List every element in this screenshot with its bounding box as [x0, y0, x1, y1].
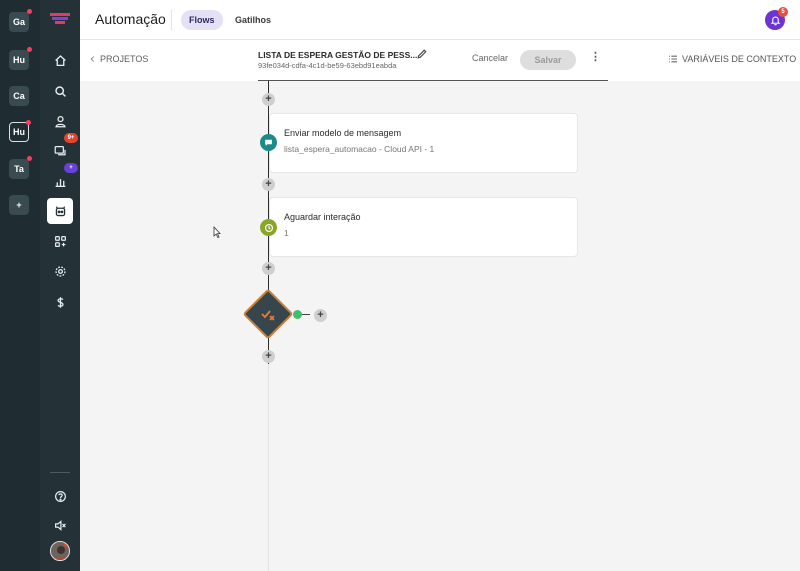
node-subtitle: lista_espera_automacao - Cloud API - 1: [284, 144, 435, 154]
more-options-button[interactable]: ⋮: [590, 52, 601, 63]
chat-badge: 9+: [64, 133, 78, 143]
notification-count: 5: [778, 7, 788, 17]
chat-icon[interactable]: 9+: [48, 133, 78, 163]
flow-toolbar: PROJETOS LISTA DE ESPERA GESTÃO DE PESS.…: [80, 40, 800, 81]
workspace-ta[interactable]: Ta: [9, 156, 32, 179]
top-header: Automação Flows Gatilhos 5: [80, 0, 800, 40]
sidebar-divider: [50, 472, 70, 473]
reports-icon[interactable]: +: [48, 163, 78, 193]
list-icon: [669, 55, 677, 63]
add-workspace-button[interactable]: +: [9, 195, 29, 215]
billing-icon[interactable]: [48, 290, 72, 314]
message-icon: [260, 134, 277, 151]
context-variables-button[interactable]: VARIÁVEIS DE CONTEXTO: [668, 54, 796, 64]
settings-icon[interactable]: [48, 259, 72, 283]
branch-handle[interactable]: [293, 310, 302, 319]
help-icon[interactable]: [48, 484, 72, 508]
flow-node-send-template[interactable]: Enviar modelo de mensagem lista_espera_a…: [269, 113, 578, 173]
workspace-hu[interactable]: Hu: [9, 47, 32, 70]
flow-name: LISTA DE ESPERA GESTÃO DE PESS...: [258, 50, 418, 60]
contacts-icon[interactable]: [48, 109, 72, 133]
unread-dot: [26, 120, 31, 125]
unread-dot: [27, 47, 32, 52]
add-step-button[interactable]: +: [262, 262, 275, 275]
unread-dot: [27, 156, 32, 161]
status-dot: [64, 542, 69, 547]
workspace-hu-active[interactable]: Hu: [9, 120, 31, 142]
condition-icon: [261, 310, 275, 321]
branch-connector: [302, 314, 310, 315]
notifications-button[interactable]: 5: [765, 7, 788, 30]
save-button[interactable]: Salvar: [520, 50, 576, 70]
mute-icon[interactable]: [48, 513, 72, 537]
page-title: Automação: [95, 11, 166, 27]
node-subtitle: 1: [284, 228, 289, 238]
search-icon[interactable]: [48, 79, 72, 103]
flow-node-wait-interaction[interactable]: Aguardar interação 1: [269, 197, 578, 257]
tab-flows[interactable]: Flows: [181, 10, 223, 30]
bell-icon: [770, 16, 780, 25]
apps-icon[interactable]: [48, 229, 72, 253]
workspace-rail: Ga Hu Ca Hu Ta +: [0, 0, 40, 571]
back-to-projects-link[interactable]: PROJETOS: [90, 54, 148, 64]
unread-dot: [27, 9, 32, 14]
add-branch-button[interactable]: +: [314, 309, 327, 322]
clock-icon: [260, 219, 277, 236]
brand-logo[interactable]: [49, 12, 71, 26]
header-divider: [171, 10, 172, 30]
chevron-left-icon: [90, 56, 95, 62]
flow-connector-faint: [268, 364, 269, 571]
node-title: Enviar modelo de mensagem: [284, 128, 402, 138]
home-icon[interactable]: [48, 48, 72, 72]
tab-gatilhos[interactable]: Gatilhos: [227, 10, 279, 30]
avatar[interactable]: [50, 541, 70, 561]
flow-id: 93fe034d-cdfa-4c1d-be59-63ebd91eabda: [258, 61, 397, 70]
mouse-cursor-icon: [213, 226, 221, 238]
add-step-button[interactable]: +: [262, 178, 275, 191]
bot-icon[interactable]: [47, 198, 73, 224]
reports-badge: +: [64, 163, 78, 173]
workspace-ca[interactable]: Ca: [9, 86, 29, 106]
workspace-ga[interactable]: Ga: [9, 9, 32, 32]
cancel-button[interactable]: Cancelar: [472, 53, 508, 63]
add-step-button[interactable]: +: [262, 350, 275, 363]
flow-canvas[interactable]: + Enviar modelo de mensagem lista_espera…: [80, 81, 800, 571]
node-title: Aguardar interação: [284, 212, 361, 222]
main-sidebar: 9+ +: [40, 0, 80, 571]
add-step-button[interactable]: +: [262, 93, 275, 106]
pencil-icon[interactable]: [416, 48, 428, 60]
